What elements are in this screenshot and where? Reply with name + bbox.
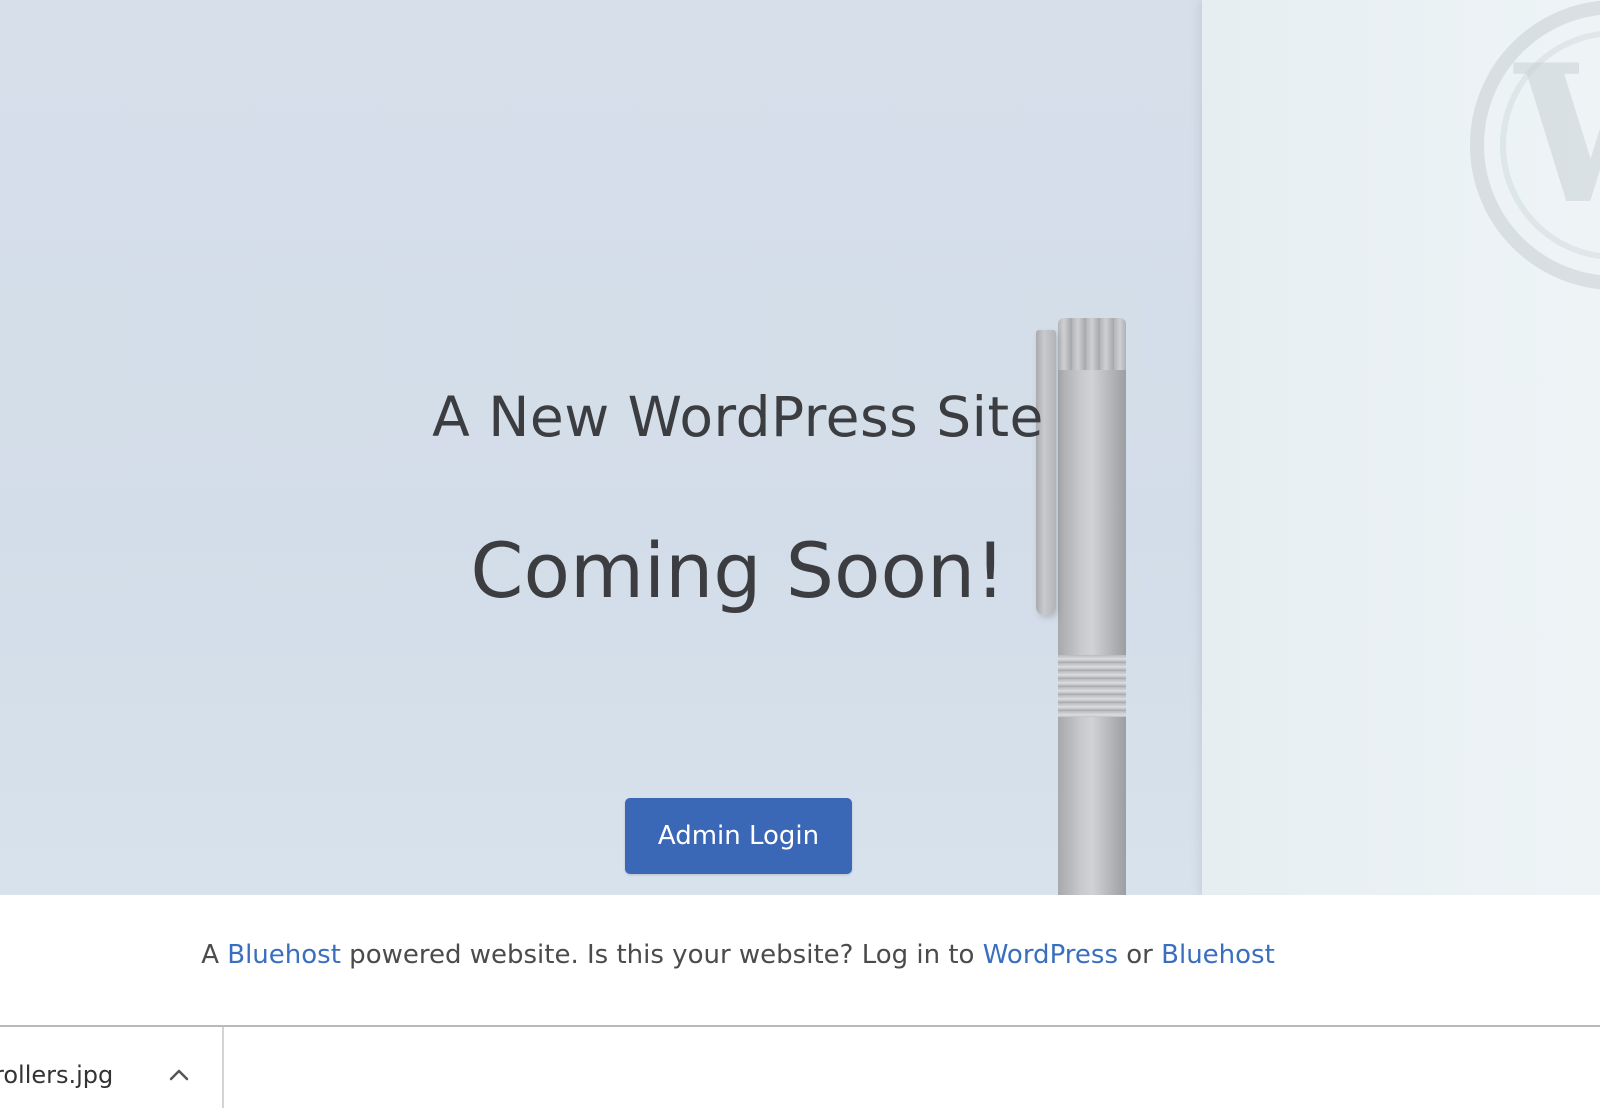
coming-soon-heading: Coming Soon! <box>470 526 1006 615</box>
hero-section: W A New WordPress Site Coming Soon! Admi… <box>0 0 1600 895</box>
admin-login-button[interactable]: Admin Login <box>625 798 852 874</box>
pen-cap <box>1058 318 1126 373</box>
footer-middle-text: powered website. Is this your website? L… <box>340 940 983 970</box>
site-title: A New WordPress Site <box>432 385 1044 449</box>
footer-note: A Bluehost powered website. Is this your… <box>0 940 1476 970</box>
wordpress-link[interactable]: WordPress <box>983 940 1118 970</box>
footer-or-text: or <box>1118 940 1162 970</box>
wordpress-logo-letter-icon: W <box>1515 40 1600 230</box>
download-filename: rollers.jpg <box>0 1061 114 1089</box>
download-bar: rollers.jpg <box>0 1025 1600 1108</box>
pen-grip <box>1058 655 1126 717</box>
download-item[interactable]: rollers.jpg <box>0 1027 224 1108</box>
footer-prefix: A <box>201 940 228 970</box>
chevron-up-icon[interactable] <box>165 1061 193 1089</box>
bluehost-link[interactable]: Bluehost <box>227 940 341 970</box>
bluehost-login-link[interactable]: Bluehost <box>1161 940 1275 970</box>
